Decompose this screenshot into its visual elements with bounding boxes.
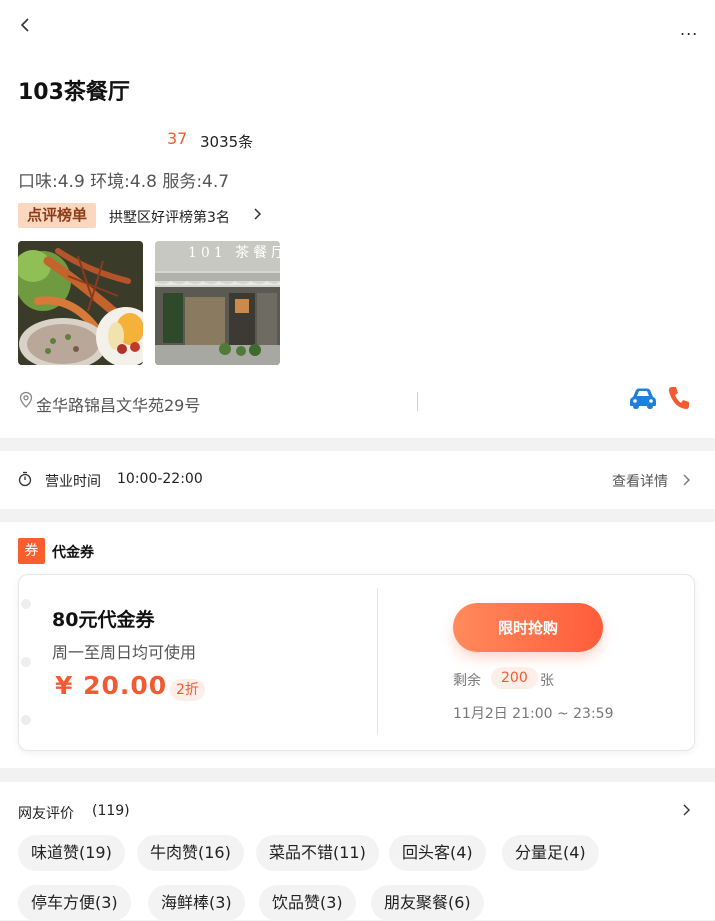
flash-sale-button[interactable]: 限时抢购 [453, 603, 603, 652]
remaining-unit: 张 [540, 673, 554, 689]
discount-badge: 2折 [170, 679, 205, 701]
ticket-notch [21, 599, 31, 609]
voucher-badge-icon: 券 [18, 538, 45, 564]
voucher-section: 券 代金券 80元代金券 周一至周日均可使用 ¥ 20.00 2折 限时抢购 剩… [0, 522, 715, 768]
car-icon[interactable] [628, 386, 658, 410]
hours-label: 营业时间 [45, 474, 101, 490]
sub-ratings: 口味:4.9 环境:4.8 服务:4.7 [18, 172, 230, 192]
divider [377, 588, 378, 734]
review-tag[interactable]: 回头客(4) [389, 835, 486, 871]
reviews-section: 网友评价 (119) 味道赞(19) 牛肉赞(16) 菜品不错(11) 回头客(… [0, 782, 715, 921]
chevron-left-icon[interactable] [18, 15, 34, 35]
validity-time: 11月2日 21:00 ~ 23:59 [453, 706, 614, 722]
review-tag[interactable]: 朋友聚餐(6) [371, 885, 484, 921]
voucher-card[interactable]: 80元代金券 周一至周日均可使用 ¥ 20.00 2折 限时抢购 剩余 200 … [18, 574, 695, 751]
view-details-link[interactable]: 查看详情 [612, 471, 668, 491]
review-tag[interactable]: 停车方便(3) [18, 885, 131, 921]
chevron-right-icon[interactable] [251, 206, 263, 222]
timer-icon [18, 471, 32, 487]
review-tag[interactable]: 菜品不错(11) [256, 835, 379, 871]
voucher-description: 周一至周日均可使用 [52, 643, 197, 662]
phone-icon[interactable] [667, 385, 691, 411]
remaining-count: 200 [491, 667, 538, 689]
shop-address[interactable]: 金华路锦昌文华苑29号 [36, 392, 200, 416]
voucher-name: 80元代金券 [52, 609, 155, 631]
remaining-label: 剩余 [453, 673, 481, 689]
hours-value: 10:00-22:00 [117, 471, 203, 487]
location-pin-icon [19, 391, 33, 408]
review-tag[interactable]: 海鲜棒(3) [148, 885, 245, 921]
divider [417, 392, 418, 411]
ticket-notch [21, 657, 31, 667]
page-title: 103茶餐厅 [18, 80, 130, 105]
reviews-title[interactable]: 网友评价 [18, 803, 74, 823]
rank-badge[interactable]: 点评榜单 [18, 203, 96, 228]
voucher-price: ¥ 20.00 [55, 671, 168, 700]
review-count[interactable]: 3035条 [200, 131, 253, 152]
food-photo[interactable] [18, 241, 143, 365]
food-photo-image [18, 241, 143, 365]
reviews-count: (119) [92, 803, 130, 819]
ticket-notch [21, 715, 31, 725]
voucher-section-title: 代金券 [52, 545, 94, 561]
review-tag[interactable]: 味道赞(19) [18, 835, 125, 871]
chevron-right-icon[interactable] [681, 802, 691, 818]
store-photo[interactable]: 101 茶餐厅 [155, 241, 280, 365]
review-tag[interactable]: 牛肉赞(16) [137, 835, 244, 871]
store-sign-text: 101 茶餐厅 [188, 245, 280, 261]
more-icon[interactable]: ... [680, 22, 698, 38]
chevron-right-icon[interactable] [681, 472, 691, 488]
rank-text[interactable]: 拱墅区好评榜第3名 [109, 207, 230, 227]
business-hours-row[interactable]: 营业时间 10:00-22:00 查看详情 [0, 451, 715, 509]
review-tag[interactable]: 饮品赞(3) [259, 885, 356, 921]
rating-score: 37 [167, 129, 188, 148]
review-tag[interactable]: 分量足(4) [502, 835, 599, 871]
shop-header-card: ... 103茶餐厅 37 3035条 口味:4.9 环境:4.8 服务:4.7… [0, 0, 715, 438]
